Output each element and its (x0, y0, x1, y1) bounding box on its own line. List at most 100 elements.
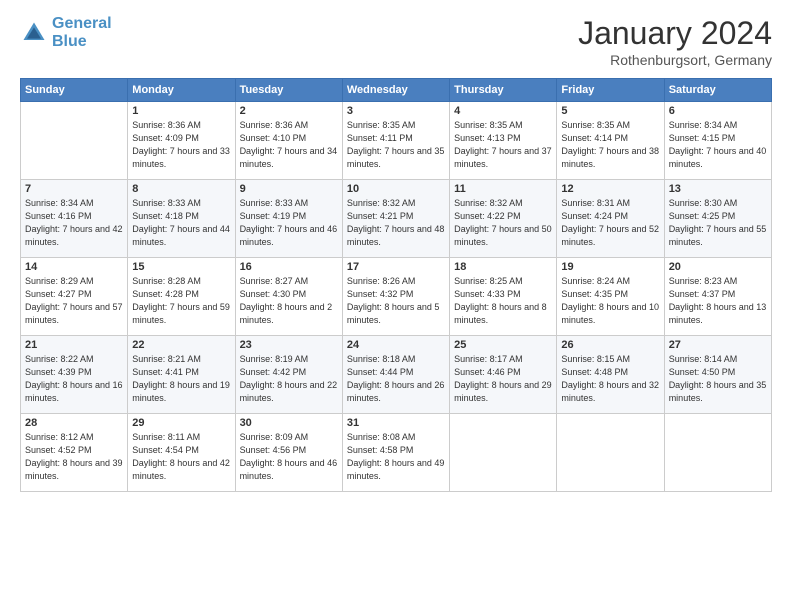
day-cell: 3 Sunrise: 8:35 AMSunset: 4:11 PMDaylight… (342, 102, 449, 180)
day-cell: 31 Sunrise: 8:08 AMSunset: 4:58 PMDayligh… (342, 414, 449, 492)
day-cell (450, 414, 557, 492)
day-info: Sunrise: 8:34 AMSunset: 4:16 PMDaylight:… (25, 197, 123, 249)
header: General Blue January 2024 Rothenburgsort… (20, 15, 772, 68)
day-info: Sunrise: 8:23 AMSunset: 4:37 PMDaylight:… (669, 275, 767, 327)
day-cell: 14 Sunrise: 8:29 AMSunset: 4:27 PMDayligh… (21, 258, 128, 336)
title-block: January 2024 Rothenburgsort, Germany (578, 15, 772, 68)
day-number: 15 (132, 261, 230, 273)
day-info: Sunrise: 8:11 AMSunset: 4:54 PMDaylight:… (132, 431, 230, 483)
day-info: Sunrise: 8:34 AMSunset: 4:15 PMDaylight:… (669, 119, 767, 171)
day-info: Sunrise: 8:24 AMSunset: 4:35 PMDaylight:… (561, 275, 659, 327)
weekday-saturday: Saturday (664, 79, 771, 102)
day-cell: 16 Sunrise: 8:27 AMSunset: 4:30 PMDayligh… (235, 258, 342, 336)
logo-text: General Blue (52, 15, 112, 51)
day-cell: 1Sunrise: 8:36 AMSunset: 4:09 PMDaylight… (128, 102, 235, 180)
day-number: 5 (561, 105, 659, 117)
day-number: 6 (669, 105, 767, 117)
day-number: 31 (347, 417, 445, 429)
day-cell (664, 414, 771, 492)
week-row-2: 7Sunrise: 8:34 AMSunset: 4:16 PMDaylight… (21, 180, 772, 258)
day-info: Sunrise: 8:35 AMSunset: 4:14 PMDaylight:… (561, 119, 659, 171)
day-cell: 2Sunrise: 8:36 AMSunset: 4:10 PMDaylight… (235, 102, 342, 180)
day-number: 25 (454, 339, 552, 351)
day-cell: 5 Sunrise: 8:35 AMSunset: 4:14 PMDaylight… (557, 102, 664, 180)
day-number: 12 (561, 183, 659, 195)
day-cell: 8 Sunrise: 8:33 AMSunset: 4:18 PMDaylight… (128, 180, 235, 258)
day-cell: 29 Sunrise: 8:11 AMSunset: 4:54 PMDayligh… (128, 414, 235, 492)
day-number: 26 (561, 339, 659, 351)
week-row-5: 28 Sunrise: 8:12 AMSunset: 4:52 PMDayligh… (21, 414, 772, 492)
day-info: Sunrise: 8:15 AMSunset: 4:48 PMDaylight:… (561, 353, 659, 405)
day-cell: 30Sunrise: 8:09 AMSunset: 4:56 PMDayligh… (235, 414, 342, 492)
day-number: 11 (454, 183, 552, 195)
day-number: 29 (132, 417, 230, 429)
day-number: 8 (132, 183, 230, 195)
day-number: 24 (347, 339, 445, 351)
day-info: Sunrise: 8:17 AMSunset: 4:46 PMDaylight:… (454, 353, 552, 405)
day-cell: 21 Sunrise: 8:22 AMSunset: 4:39 PMDayligh… (21, 336, 128, 414)
day-number: 10 (347, 183, 445, 195)
day-info: Sunrise: 8:12 AMSunset: 4:52 PMDaylight:… (25, 431, 123, 483)
day-cell (557, 414, 664, 492)
day-cell: 18Sunrise: 8:25 AMSunset: 4:33 PMDayligh… (450, 258, 557, 336)
day-info: Sunrise: 8:18 AMSunset: 4:44 PMDaylight:… (347, 353, 445, 405)
day-info: Sunrise: 8:33 AMSunset: 4:18 PMDaylight:… (132, 197, 230, 249)
day-cell: 9Sunrise: 8:33 AMSunset: 4:19 PMDaylight… (235, 180, 342, 258)
day-cell: 22Sunrise: 8:21 AMSunset: 4:41 PMDayligh… (128, 336, 235, 414)
day-number: 22 (132, 339, 230, 351)
day-info: Sunrise: 8:35 AMSunset: 4:13 PMDaylight:… (454, 119, 552, 171)
day-cell: 7Sunrise: 8:34 AMSunset: 4:16 PMDaylight… (21, 180, 128, 258)
week-row-4: 21 Sunrise: 8:22 AMSunset: 4:39 PMDayligh… (21, 336, 772, 414)
day-cell: 15 Sunrise: 8:28 AMSunset: 4:28 PMDayligh… (128, 258, 235, 336)
day-info: Sunrise: 8:26 AMSunset: 4:32 PMDaylight:… (347, 275, 445, 327)
day-info: Sunrise: 8:08 AMSunset: 4:58 PMDaylight:… (347, 431, 445, 483)
day-number: 18 (454, 261, 552, 273)
day-cell: 17 Sunrise: 8:26 AMSunset: 4:32 PMDayligh… (342, 258, 449, 336)
day-number: 28 (25, 417, 123, 429)
week-row-3: 14 Sunrise: 8:29 AMSunset: 4:27 PMDayligh… (21, 258, 772, 336)
day-info: Sunrise: 8:33 AMSunset: 4:19 PMDaylight:… (240, 197, 338, 249)
weekday-sunday: Sunday (21, 79, 128, 102)
day-number: 17 (347, 261, 445, 273)
day-number: 1 (132, 105, 230, 117)
day-cell: 13 Sunrise: 8:30 AMSunset: 4:25 PMDayligh… (664, 180, 771, 258)
day-number: 14 (25, 261, 123, 273)
weekday-monday: Monday (128, 79, 235, 102)
day-cell: 27 Sunrise: 8:14 AMSunset: 4:50 PMDayligh… (664, 336, 771, 414)
logo-icon (20, 19, 48, 47)
weekday-tuesday: Tuesday (235, 79, 342, 102)
day-number: 16 (240, 261, 338, 273)
day-cell: 23Sunrise: 8:19 AMSunset: 4:42 PMDayligh… (235, 336, 342, 414)
day-cell: 4 Sunrise: 8:35 AMSunset: 4:13 PMDaylight… (450, 102, 557, 180)
day-info: Sunrise: 8:29 AMSunset: 4:27 PMDaylight:… (25, 275, 123, 327)
day-info: Sunrise: 8:35 AMSunset: 4:11 PMDaylight:… (347, 119, 445, 171)
day-info: Sunrise: 8:19 AMSunset: 4:42 PMDaylight:… (240, 353, 338, 405)
day-cell: 10 Sunrise: 8:32 AMSunset: 4:21 PMDayligh… (342, 180, 449, 258)
day-cell: 20 Sunrise: 8:23 AMSunset: 4:37 PMDayligh… (664, 258, 771, 336)
day-number: 19 (561, 261, 659, 273)
day-cell: 26 Sunrise: 8:15 AMSunset: 4:48 PMDayligh… (557, 336, 664, 414)
subtitle: Rothenburgsort, Germany (578, 52, 772, 68)
month-title: January 2024 (578, 15, 772, 52)
day-info: Sunrise: 8:36 AMSunset: 4:10 PMDaylight:… (240, 119, 338, 171)
day-info: Sunrise: 8:30 AMSunset: 4:25 PMDaylight:… (669, 197, 767, 249)
day-info: Sunrise: 8:31 AMSunset: 4:24 PMDaylight:… (561, 197, 659, 249)
day-cell: 25 Sunrise: 8:17 AMSunset: 4:46 PMDayligh… (450, 336, 557, 414)
weekday-wednesday: Wednesday (342, 79, 449, 102)
weekday-thursday: Thursday (450, 79, 557, 102)
day-number: 3 (347, 105, 445, 117)
calendar-table: SundayMondayTuesdayWednesdayThursdayFrid… (20, 78, 772, 492)
day-cell: 6 Sunrise: 8:34 AMSunset: 4:15 PMDaylight… (664, 102, 771, 180)
day-info: Sunrise: 8:32 AMSunset: 4:21 PMDaylight:… (347, 197, 445, 249)
day-info: Sunrise: 8:22 AMSunset: 4:39 PMDaylight:… (25, 353, 123, 405)
day-number: 13 (669, 183, 767, 195)
day-number: 20 (669, 261, 767, 273)
day-info: Sunrise: 8:28 AMSunset: 4:28 PMDaylight:… (132, 275, 230, 327)
day-cell: 28 Sunrise: 8:12 AMSunset: 4:52 PMDayligh… (21, 414, 128, 492)
day-number: 27 (669, 339, 767, 351)
day-info: Sunrise: 8:14 AMSunset: 4:50 PMDaylight:… (669, 353, 767, 405)
day-number: 21 (25, 339, 123, 351)
day-info: Sunrise: 8:27 AMSunset: 4:30 PMDaylight:… (240, 275, 338, 327)
weekday-friday: Friday (557, 79, 664, 102)
day-number: 4 (454, 105, 552, 117)
